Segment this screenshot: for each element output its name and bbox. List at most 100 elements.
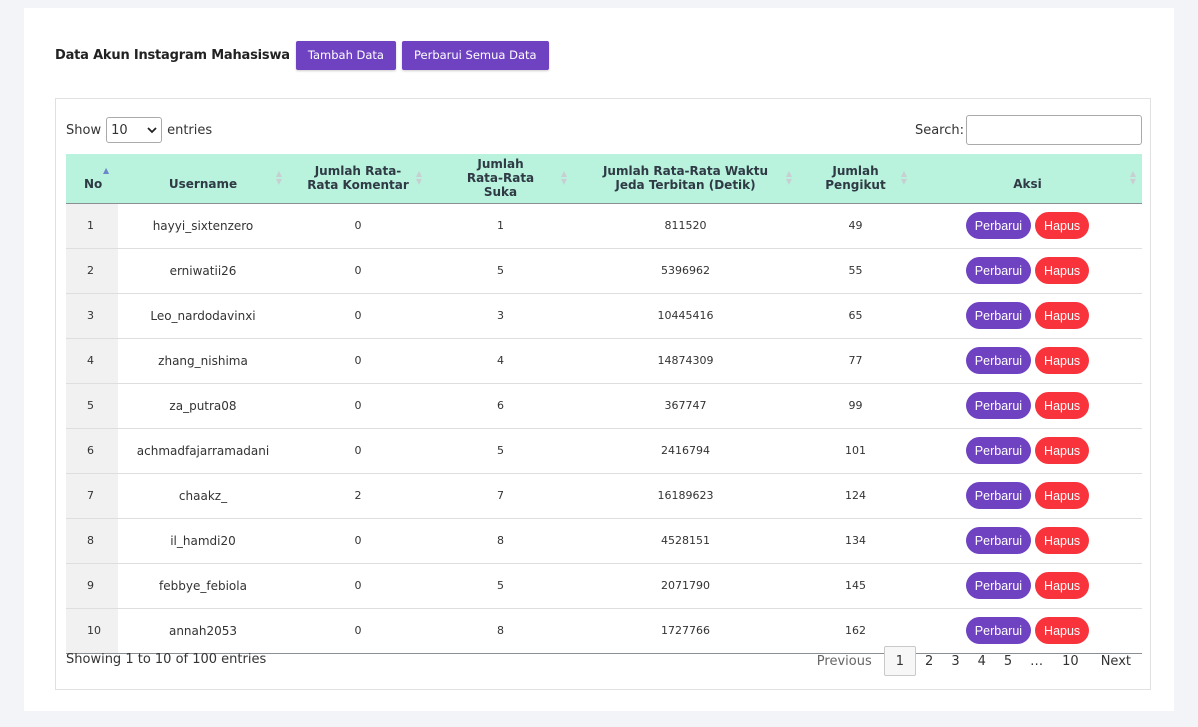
update-button[interactable]: Perbarui <box>965 302 1032 329</box>
cell-aksi: Perbarui Hapus <box>913 338 1142 383</box>
update-button[interactable]: Perbarui <box>965 437 1032 464</box>
cell-no: 2 <box>66 248 118 293</box>
table-row: 9 febbye_febiola 0 5 2071790 145 Perbaru… <box>66 563 1142 608</box>
cell-komentar: 0 <box>354 309 362 322</box>
search-label: Search: <box>914 122 964 138</box>
delete-button[interactable]: Hapus <box>1035 257 1090 284</box>
cell-pengikut: 134 <box>845 534 866 547</box>
update-button[interactable]: Perbarui <box>965 392 1032 419</box>
delete-button[interactable]: Hapus <box>1035 392 1090 419</box>
show-label: Show <box>66 122 102 138</box>
delete-button[interactable]: Hapus <box>1035 482 1090 509</box>
search-input[interactable] <box>966 115 1142 145</box>
column-header-komentar[interactable]: Jumlah Rata-Rata Komentar ▲ ▼ <box>288 154 428 204</box>
cell-suka: 6 <box>497 399 504 412</box>
cell-jeda: 367747 <box>664 399 707 412</box>
cell-aksi: Perbarui Hapus <box>913 383 1142 428</box>
cell-no: 7 <box>66 473 118 518</box>
table-header-row: No ▲ Username ▲ ▼ Jumlah Rata-Rata Koment… <box>66 154 1142 204</box>
cell-no: 1 <box>66 203 118 248</box>
cell-no: 3 <box>66 293 118 338</box>
table-row: 8 il_hamdi20 0 8 4528151 134 Perbarui Ha… <box>66 518 1142 563</box>
table-row: 6 achmadfajarramadani 0 5 2416794 101 Pe… <box>66 428 1142 473</box>
cell-komentar: 0 <box>354 264 362 277</box>
table-row: 3 Leo_nardodavinxi 0 3 10445416 65 Perba… <box>66 293 1142 338</box>
update-button[interactable]: Perbarui <box>965 617 1032 644</box>
cell-suka: 8 <box>497 534 504 547</box>
column-header-jeda[interactable]: Jumlah Rata-Rata Waktu Jeda Terbitan (De… <box>573 154 798 204</box>
cell-jeda: 16189623 <box>657 489 714 502</box>
page-length-select[interactable]: 10 <box>106 117 163 143</box>
update-button[interactable]: Perbarui <box>965 347 1032 374</box>
cell-pengikut: 124 <box>845 489 866 502</box>
cell-jeda: 5396962 <box>661 264 710 277</box>
cell-username: il_hamdi20 <box>170 533 236 548</box>
cell-komentar: 0 <box>354 399 362 412</box>
cell-pengikut: 101 <box>845 444 866 457</box>
pagination: Previous 1 2 3 4 5 … 10 Next <box>808 646 1140 676</box>
cell-username: annah2053 <box>168 623 238 638</box>
cell-pengikut: 49 <box>848 219 863 232</box>
delete-button[interactable]: Hapus <box>1035 302 1090 329</box>
pagination-page[interactable]: 2 <box>916 646 942 676</box>
pagination-previous[interactable]: Previous <box>808 646 881 676</box>
cell-username: zhang_nishima <box>158 353 248 368</box>
table-row: 4 zhang_nishima 0 4 14874309 77 Perbarui… <box>66 338 1142 383</box>
table-toolbar: Show 10 entries Search: <box>66 115 1142 145</box>
cell-aksi: Perbarui Hapus <box>913 518 1142 563</box>
pagination-page[interactable]: 3 <box>942 646 968 676</box>
cell-pengikut: 77 <box>848 354 863 367</box>
cell-jeda: 1727766 <box>661 624 710 637</box>
delete-button[interactable]: Hapus <box>1035 212 1090 239</box>
pagination-page[interactable]: 10 <box>1053 646 1088 676</box>
update-all-button[interactable]: Perbarui Semua Data <box>401 40 549 70</box>
add-data-button[interactable]: Tambah Data <box>295 40 396 70</box>
update-button[interactable]: Perbarui <box>965 482 1032 509</box>
table-info: Showing 1 to 10 of 100 entries <box>66 652 267 667</box>
pagination-page[interactable]: 5 <box>995 646 1021 676</box>
cell-komentar: 0 <box>354 219 362 232</box>
cell-komentar: 0 <box>354 624 362 637</box>
update-button[interactable]: Perbarui <box>965 212 1032 239</box>
column-header-suka[interactable]: Jumlah Rata-Rata Suka ▲ ▼ <box>428 154 573 204</box>
cell-komentar: 0 <box>354 444 362 457</box>
cell-no: 9 <box>66 563 118 608</box>
pagination-page-current[interactable]: 1 <box>883 646 917 676</box>
cell-pengikut: 145 <box>845 579 866 592</box>
column-header-pengikut[interactable]: Jumlah Pengikut ▲ ▼ <box>798 154 913 204</box>
cell-no: 4 <box>66 338 118 383</box>
table-row: 1 hayyi_sixtenzero 0 1 811520 49 Perbaru… <box>66 203 1142 248</box>
table-row: 2 erniwatii26 0 5 5396962 55 Perbarui Ha… <box>66 248 1142 293</box>
delete-button[interactable]: Hapus <box>1035 347 1090 374</box>
cell-username: chaakz_ <box>178 488 228 503</box>
update-button[interactable]: Perbarui <box>965 257 1032 284</box>
cell-pengikut: 99 <box>848 399 863 412</box>
column-header-no[interactable]: No ▲ <box>66 154 118 204</box>
page-title: Data Akun Instagram Mahasiswa <box>55 47 290 63</box>
update-button[interactable]: Perbarui <box>965 527 1032 554</box>
table-body: 1 hayyi_sixtenzero 0 1 811520 49 Perbaru… <box>66 203 1142 653</box>
cell-pengikut: 55 <box>848 264 863 277</box>
page-header: Data Akun Instagram Mahasiswa Tambah Dat… <box>55 40 555 70</box>
cell-suka: 5 <box>497 264 504 277</box>
cell-jeda: 811520 <box>664 219 707 232</box>
sort-icon: ▲ ▼ <box>900 169 907 187</box>
cell-no: 5 <box>66 383 118 428</box>
delete-button[interactable]: Hapus <box>1035 437 1090 464</box>
delete-button[interactable]: Hapus <box>1035 527 1090 554</box>
column-header-aksi[interactable]: Aksi ▲ ▼ <box>913 154 1142 204</box>
pagination-page[interactable]: 4 <box>969 646 995 676</box>
update-button[interactable]: Perbarui <box>965 572 1032 599</box>
cell-suka: 5 <box>497 579 504 592</box>
column-header-username[interactable]: Username ▲ ▼ <box>118 154 288 204</box>
cell-username: za_putra08 <box>169 398 237 413</box>
cell-username: erniwatii26 <box>169 263 237 278</box>
cell-aksi: Perbarui Hapus <box>913 203 1142 248</box>
table-row: 7 chaakz_ 2 7 16189623 124 Perbarui Hapu… <box>66 473 1142 518</box>
delete-button[interactable]: Hapus <box>1035 572 1090 599</box>
pagination-next[interactable]: Next <box>1092 646 1140 676</box>
pagination-ellipsis: … <box>1030 653 1045 669</box>
delete-button[interactable]: Hapus <box>1035 617 1090 644</box>
cell-suka: 8 <box>497 624 504 637</box>
cell-komentar: 0 <box>354 354 362 367</box>
